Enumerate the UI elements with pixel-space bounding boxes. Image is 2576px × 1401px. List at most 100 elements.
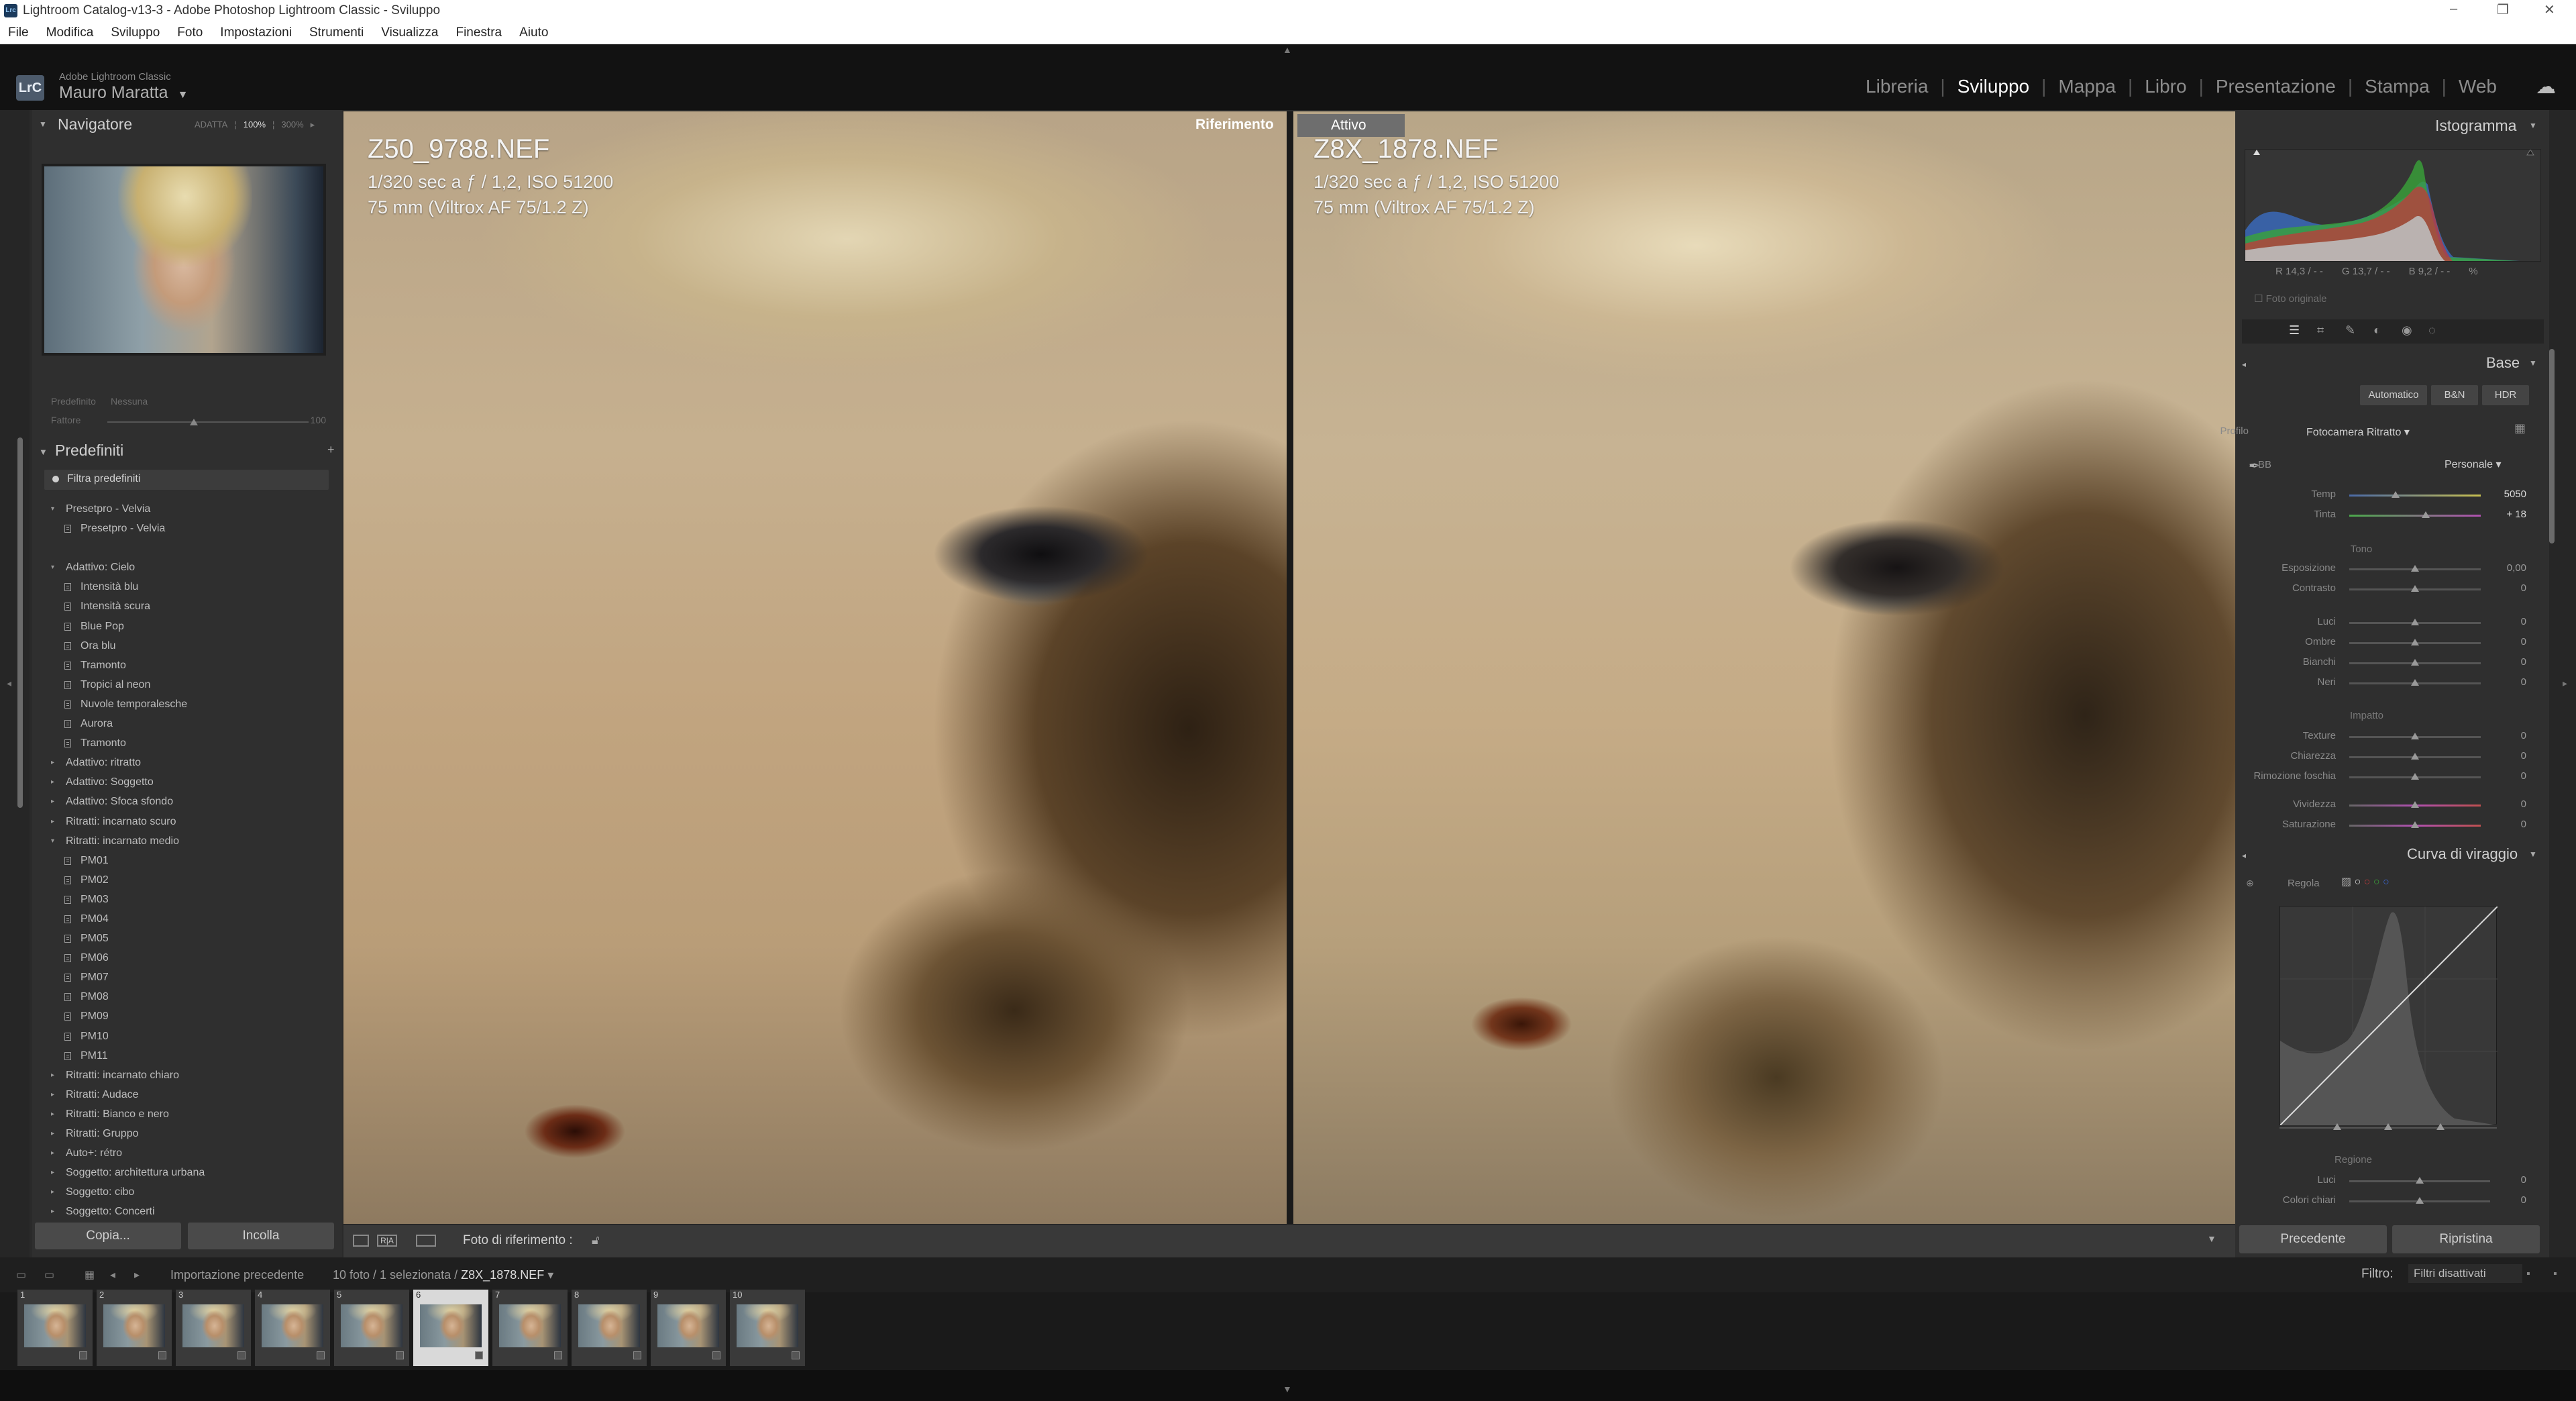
- red-channel-icon[interactable]: ○: [2364, 876, 2371, 888]
- parametric-curve-icon[interactable]: ▨: [2341, 876, 2351, 888]
- preset-group[interactable]: ▾ Presetpro - Velvia: [38, 499, 333, 519]
- identity-plate[interactable]: Mauro Maratta ▼: [59, 83, 188, 103]
- collapse-triangle-icon[interactable]: ▼: [2529, 849, 2537, 859]
- filmstrip-thumb[interactable]: 9: [651, 1290, 726, 1366]
- preset-item[interactable]: Presetpro - Velvia: [38, 519, 333, 538]
- zoom-100[interactable]: 100%: [244, 119, 266, 129]
- chevron-down-icon[interactable]: ▼: [178, 89, 189, 101]
- slider-value[interactable]: 0: [2500, 1174, 2526, 1186]
- preset-group[interactable]: ▸ Soggetto: architettura urbana: [38, 1163, 333, 1182]
- previous-button[interactable]: Precedente: [2239, 1225, 2387, 1253]
- preset-item[interactable]: PM04: [38, 909, 333, 929]
- reference-view-icon[interactable]: R|A: [377, 1235, 397, 1247]
- forward-arrow-icon[interactable]: ▸: [134, 1268, 140, 1282]
- preset-item[interactable]: PM06: [38, 948, 333, 968]
- navigator-preview[interactable]: [44, 166, 323, 353]
- slider-knob[interactable]: [2411, 585, 2419, 592]
- point-curve-icon[interactable]: ○: [2355, 876, 2361, 888]
- before-after-icon[interactable]: [416, 1235, 436, 1247]
- module-develop[interactable]: Sviluppo: [1957, 76, 2029, 97]
- slider-knob[interactable]: [2411, 821, 2419, 828]
- module-book[interactable]: Libro: [2145, 76, 2186, 97]
- collapsed-triangle-icon[interactable]: ▸: [51, 1104, 54, 1124]
- bw-button[interactable]: B&N: [2431, 385, 2478, 405]
- preset-group[interactable]: ▸ Adattivo: Soggetto: [38, 772, 333, 792]
- preset-item[interactable]: Tropici al neon: [38, 675, 333, 694]
- filmstrip-thumb[interactable]: 2: [97, 1290, 172, 1366]
- preset-item[interactable]: Ora blu: [38, 636, 333, 656]
- slider-value[interactable]: 0: [2500, 1194, 2526, 1206]
- collapsed-triangle-icon[interactable]: ▸: [51, 772, 54, 792]
- slider-value[interactable]: 0: [2500, 636, 2526, 647]
- collapse-triangle-icon[interactable]: ▼: [2529, 121, 2537, 130]
- lock-icon[interactable]: 🔓︎: [592, 1233, 600, 1247]
- collapsed-triangle-icon[interactable]: ▸: [51, 812, 54, 831]
- slider-track[interactable]: [2349, 495, 2481, 497]
- slider-value[interactable]: 0: [2500, 730, 2526, 741]
- collapsed-triangle-icon[interactable]: ▸: [51, 1124, 54, 1143]
- slider-value[interactable]: 0: [2500, 798, 2526, 810]
- preset-item[interactable]: Blue Pop: [38, 617, 333, 636]
- filmstrip-thumb[interactable]: 4: [255, 1290, 330, 1366]
- module-slideshow[interactable]: Presentazione: [2216, 76, 2336, 97]
- collapse-triangle-icon[interactable]: ▼: [39, 119, 47, 129]
- histogram-title[interactable]: Istogramma: [2435, 117, 2516, 135]
- preset-item[interactable]: PM10: [38, 1027, 333, 1046]
- filmstrip-thumb[interactable]: 8: [572, 1290, 647, 1366]
- menu-photo[interactable]: Foto: [177, 21, 203, 44]
- amount-slider-track[interactable]: [107, 421, 309, 423]
- menu-tools[interactable]: Strumenti: [309, 21, 364, 44]
- active-photo[interactable]: [1293, 111, 2235, 1224]
- preset-item[interactable]: PM11: [38, 1046, 333, 1066]
- back-arrow-icon[interactable]: ◂: [110, 1268, 115, 1282]
- shadow-clip-icon[interactable]: [2253, 150, 2260, 155]
- navigator-title[interactable]: Navigatore: [58, 115, 132, 134]
- preset-item[interactable]: Aurora: [38, 714, 333, 733]
- slider-knob[interactable]: [2411, 619, 2419, 625]
- original-photo-checkbox[interactable]: ☐ Foto originale: [2254, 293, 2327, 305]
- preset-group[interactable]: ▸ Ritratti: Bianco e nero: [38, 1104, 333, 1124]
- preset-filter-field[interactable]: Filtra predefiniti: [44, 470, 329, 490]
- menu-view[interactable]: Visualizza: [381, 21, 438, 44]
- slider-value[interactable]: 0: [2500, 819, 2526, 830]
- preset-group[interactable]: ▾ Adattivo: Cielo: [38, 558, 333, 577]
- close-button[interactable]: ✕: [2544, 1, 2555, 18]
- zoom-300[interactable]: 300%: [281, 119, 303, 129]
- preset-group[interactable]: ▸ Soggetto: cibo: [38, 1182, 333, 1202]
- preset-group[interactable]: ▸ Ritratti: Gruppo: [38, 1124, 333, 1143]
- slider-value[interactable]: 0: [2500, 770, 2526, 782]
- left-scrollbar[interactable]: [17, 437, 23, 808]
- reference-photo[interactable]: [343, 111, 1287, 1224]
- preset-item[interactable]: PM07: [38, 968, 333, 987]
- collapsed-triangle-icon[interactable]: ▸: [51, 1202, 54, 1221]
- filmstrip-thumb[interactable]: 3: [176, 1290, 251, 1366]
- filmstrip-thumb[interactable]: 7: [492, 1290, 568, 1366]
- amount-slider-knob[interactable]: [190, 419, 198, 425]
- slider-track[interactable]: [2349, 515, 2481, 517]
- slider-value[interactable]: 0: [2500, 676, 2526, 688]
- preset-group[interactable]: ▸ Adattivo: Sfoca sfondo: [38, 792, 333, 811]
- preset-item[interactable]: PM05: [38, 929, 333, 948]
- panel-switch-icon[interactable]: ◂: [2242, 360, 2246, 369]
- tone-curve-title[interactable]: Curva di viraggio: [2407, 845, 2518, 863]
- main-window-icon[interactable]: ▭: [16, 1268, 26, 1282]
- collapsed-triangle-icon[interactable]: ▸: [51, 753, 54, 772]
- menu-file[interactable]: File: [8, 21, 29, 44]
- collapsed-triangle-icon[interactable]: ▸: [51, 1085, 54, 1104]
- slider-knob[interactable]: [2416, 1177, 2424, 1184]
- collapse-triangle-icon[interactable]: ▼: [39, 447, 48, 457]
- presets-icon[interactable]: ◌: [2428, 323, 2436, 338]
- top-panel-toggle-icon[interactable]: ▲: [1283, 44, 1292, 55]
- tone-curve-graph[interactable]: [2279, 906, 2498, 1126]
- grid-icon[interactable]: ▦: [85, 1268, 95, 1282]
- slider-knob[interactable]: [2411, 639, 2419, 645]
- filmstrip-thumb[interactable]: 6: [413, 1290, 488, 1366]
- presets-title[interactable]: Predefiniti: [55, 442, 123, 460]
- slider-knob[interactable]: [2391, 491, 2400, 498]
- module-print[interactable]: Stampa: [2365, 76, 2430, 97]
- collapsed-triangle-icon[interactable]: ▸: [51, 792, 54, 811]
- crop-icon[interactable]: ⌗: [2317, 323, 2324, 338]
- edit-sliders-icon[interactable]: ☰: [2289, 323, 2300, 338]
- preset-item[interactable]: Intensità blu: [38, 577, 333, 596]
- filmstrip-thumb[interactable]: 5: [334, 1290, 409, 1366]
